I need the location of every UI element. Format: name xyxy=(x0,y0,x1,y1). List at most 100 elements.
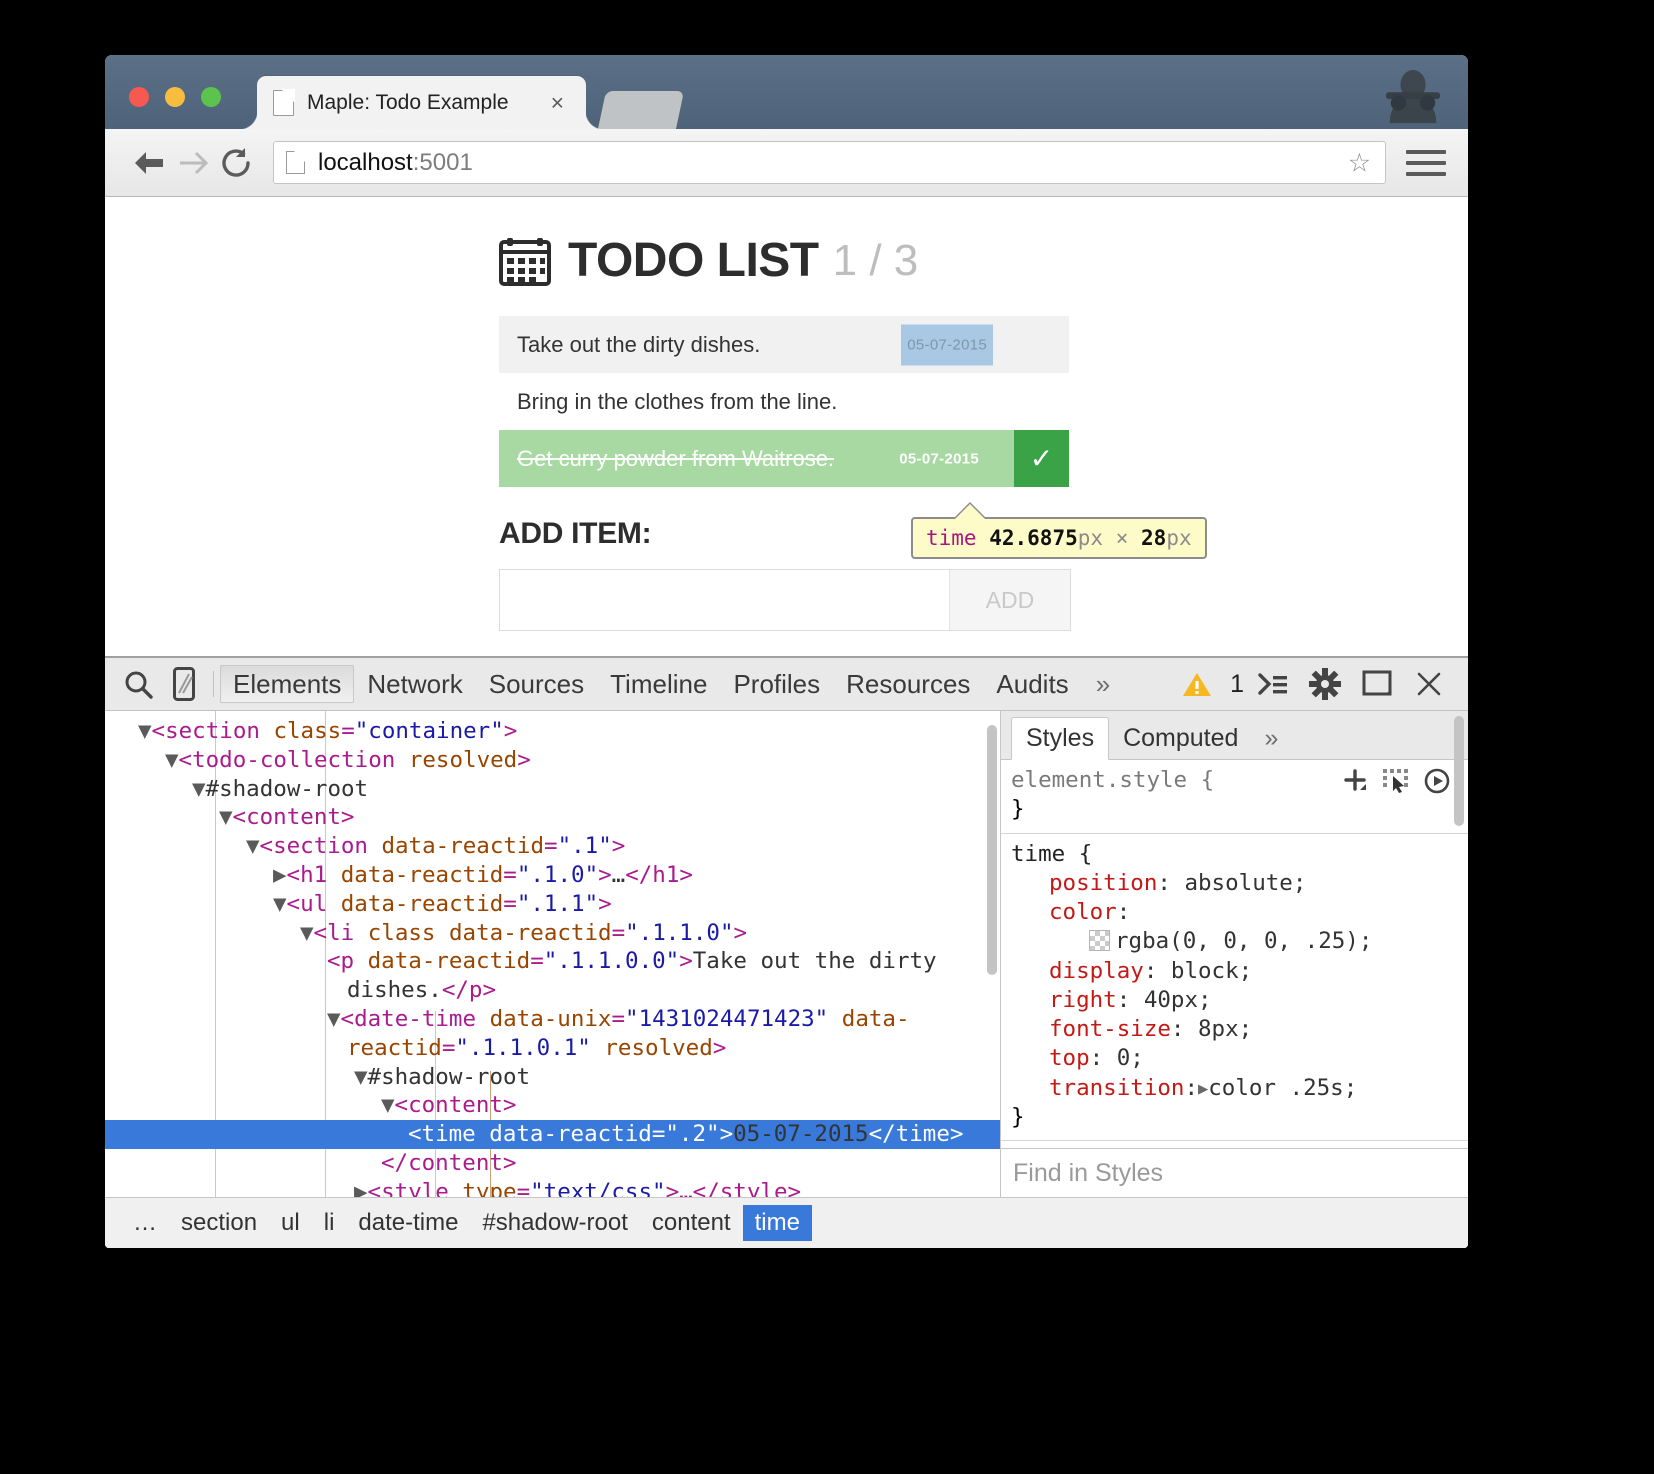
style-declaration[interactable]: display: block; xyxy=(1011,957,1456,986)
breadcrumb-item[interactable]: date-time xyxy=(346,1205,470,1241)
styles-more-chevron-icon[interactable]: » xyxy=(1252,718,1290,759)
calendar-icon xyxy=(499,237,551,286)
close-icon xyxy=(1417,672,1441,696)
toggle-console-drawer-button[interactable] xyxy=(1250,661,1296,707)
add-item-input[interactable] xyxy=(500,570,949,630)
todo-item[interactable]: Take out the dirty dishes. 05-07-2015 xyxy=(499,316,1069,373)
breadcrumb-item[interactable]: section xyxy=(169,1205,269,1241)
toggle-device-mode-button[interactable] xyxy=(161,661,207,707)
back-button[interactable] xyxy=(127,141,171,185)
find-in-styles-field[interactable]: Find in Styles xyxy=(1001,1148,1468,1197)
todo-date[interactable]: 05-07-2015 xyxy=(901,324,993,365)
tooltip-times-symbol: × xyxy=(1115,526,1129,550)
page-title: TODO LIST 1 / 3 xyxy=(499,233,1468,288)
style-value: 8px; xyxy=(1198,1016,1253,1042)
breadcrumb-item[interactable]: #shadow-root xyxy=(470,1205,639,1241)
inspect-element-button[interactable] xyxy=(115,661,161,707)
dom-node[interactable]: ▶<h1 data-reactid=".1.0">…</h1> xyxy=(105,861,1000,890)
dom-node[interactable]: ▼<section data-reactid=".1"> xyxy=(105,832,1000,861)
tooltip-arrow-icon xyxy=(955,504,985,519)
window-controls xyxy=(129,87,221,107)
add-item-row: ADD xyxy=(499,569,1071,631)
dom-node-selected[interactable]: <time data-reactid=".2">05-07-2015</time… xyxy=(105,1120,1000,1149)
dom-node[interactable]: </content> xyxy=(105,1149,1000,1178)
color-swatch-icon[interactable] xyxy=(1089,930,1110,952)
browser-tab[interactable]: Maple: Todo Example × xyxy=(257,76,586,129)
device-phone-icon xyxy=(173,667,195,701)
new-style-rule-icon[interactable] xyxy=(1342,768,1368,794)
address-bar[interactable]: localhost:5001 ☆ xyxy=(273,141,1386,184)
style-value-wrapped[interactable]: rgba(0, 0, 0, .25); xyxy=(1011,927,1456,956)
dom-tree-scrollbar[interactable] xyxy=(987,725,997,975)
warnings-button[interactable] xyxy=(1174,661,1220,707)
tab-network[interactable]: Network xyxy=(354,665,475,703)
computed-style-icon[interactable] xyxy=(1424,768,1450,794)
breadcrumb-item[interactable]: ul xyxy=(269,1205,312,1241)
style-rule[interactable]: time {position: absolute; color: rgba(0, … xyxy=(1001,834,1468,1141)
breadcrumb-item[interactable]: content xyxy=(640,1205,743,1241)
dom-node[interactable]: ▼#shadow-root xyxy=(105,1063,1000,1092)
style-declaration[interactable]: position: absolute; xyxy=(1011,869,1456,898)
maximize-window-button[interactable] xyxy=(201,87,221,107)
tab-resources[interactable]: Resources xyxy=(833,665,983,703)
dom-node[interactable]: ▼<content> xyxy=(105,1091,1000,1120)
style-rule[interactable]: * {margin:▶0;padding:▶0; xyxy=(1001,1141,1468,1148)
tab-timeline[interactable]: Timeline xyxy=(597,665,720,703)
url-port: :5001 xyxy=(412,148,473,176)
url-text: localhost:5001 xyxy=(318,149,473,177)
tab-audits[interactable]: Audits xyxy=(983,665,1081,703)
style-property: display xyxy=(1049,957,1144,984)
new-tab-button[interactable] xyxy=(597,91,685,129)
todo-item[interactable]: Get curry powder from Waitrose. 05-07-20… xyxy=(499,430,1069,487)
style-value: 40px; xyxy=(1143,986,1212,1013)
dom-node[interactable]: ▼<ul data-reactid=".1.1"> xyxy=(105,890,1000,919)
breadcrumb-item[interactable]: time xyxy=(742,1205,812,1241)
style-declaration[interactable]: right: 40px; xyxy=(1011,986,1456,1015)
bookmark-star-icon[interactable]: ☆ xyxy=(1348,147,1371,178)
tab-elements[interactable]: Elements xyxy=(220,665,355,703)
tab-profiles[interactable]: Profiles xyxy=(720,665,833,703)
dock-panel-icon xyxy=(1362,670,1392,696)
dom-node[interactable]: ▼<todo-collection resolved> xyxy=(105,746,1000,775)
style-declaration[interactable]: transition:▶color .25s; xyxy=(1011,1074,1456,1103)
forward-button[interactable] xyxy=(171,141,215,185)
tab-styles[interactable]: Styles xyxy=(1011,717,1110,760)
dom-node[interactable]: ▼<li class data-reactid=".1.1.0"> xyxy=(105,919,1000,948)
dom-node[interactable]: ▶<style type="text/css">…</style> xyxy=(105,1178,1000,1197)
todo-date: 05-07-2015 xyxy=(899,450,979,467)
tab-sources[interactable]: Sources xyxy=(476,665,597,703)
style-rule[interactable]: element.style {} xyxy=(1001,760,1468,834)
element-state-icon[interactable] xyxy=(1382,768,1410,794)
breadcrumb-item[interactable]: … xyxy=(121,1205,169,1241)
reload-button[interactable] xyxy=(215,141,259,185)
tooltip-width-unit: px xyxy=(1077,526,1104,550)
dom-node[interactable]: ▼<section class="container"> xyxy=(105,717,1000,746)
add-item-button[interactable]: ADD xyxy=(949,570,1070,630)
dom-node[interactable]: ▼<date-time data-unix="1431024471423" da… xyxy=(105,1005,1000,1063)
close-devtools-button[interactable] xyxy=(1406,661,1452,707)
dom-node[interactable]: <p data-reactid=".1.1.0.0">Take out the … xyxy=(105,947,1000,1005)
style-declaration[interactable]: color: xyxy=(1011,898,1456,927)
todo-item[interactable]: Bring in the clothes from the line. xyxy=(499,373,1069,430)
tab-computed[interactable]: Computed xyxy=(1109,718,1252,759)
todo-complete-checkmark[interactable]: ✓ xyxy=(1014,430,1069,487)
page-viewport: TODO LIST 1 / 3 Take out the dirty dishe… xyxy=(105,197,1468,657)
style-declaration[interactable]: top: 0; xyxy=(1011,1044,1456,1073)
dock-position-button[interactable] xyxy=(1354,661,1400,707)
close-window-button[interactable] xyxy=(129,87,149,107)
dom-node[interactable]: ▼#shadow-root xyxy=(105,775,1000,804)
more-tabs-chevron-icon[interactable]: » xyxy=(1082,669,1124,700)
expand-shorthand-icon[interactable]: ▶ xyxy=(1198,1079,1208,1099)
dom-node[interactable]: ▼<content> xyxy=(105,803,1000,832)
dom-tree-pane[interactable]: ▼<section class="container"> ▼<todo-colle… xyxy=(105,711,1001,1197)
dom-tree[interactable]: ▼<section class="container"> ▼<todo-colle… xyxy=(105,711,1000,1197)
browser-menu-button[interactable] xyxy=(1406,149,1446,176)
styles-pane: Styles Computed » element.style {} time {… xyxy=(1001,711,1468,1197)
minimize-window-button[interactable] xyxy=(165,87,185,107)
styles-rules-list[interactable]: element.style {} time {position: absolute… xyxy=(1001,716,1468,1148)
style-declaration[interactable]: font-size: 8px; xyxy=(1011,1015,1456,1044)
reload-icon xyxy=(222,147,250,177)
devtools-settings-button[interactable] xyxy=(1302,661,1348,707)
breadcrumb-item[interactable]: li xyxy=(312,1205,347,1241)
devtools-toolbar: Elements Network Sources Timeline Profil… xyxy=(105,658,1468,711)
